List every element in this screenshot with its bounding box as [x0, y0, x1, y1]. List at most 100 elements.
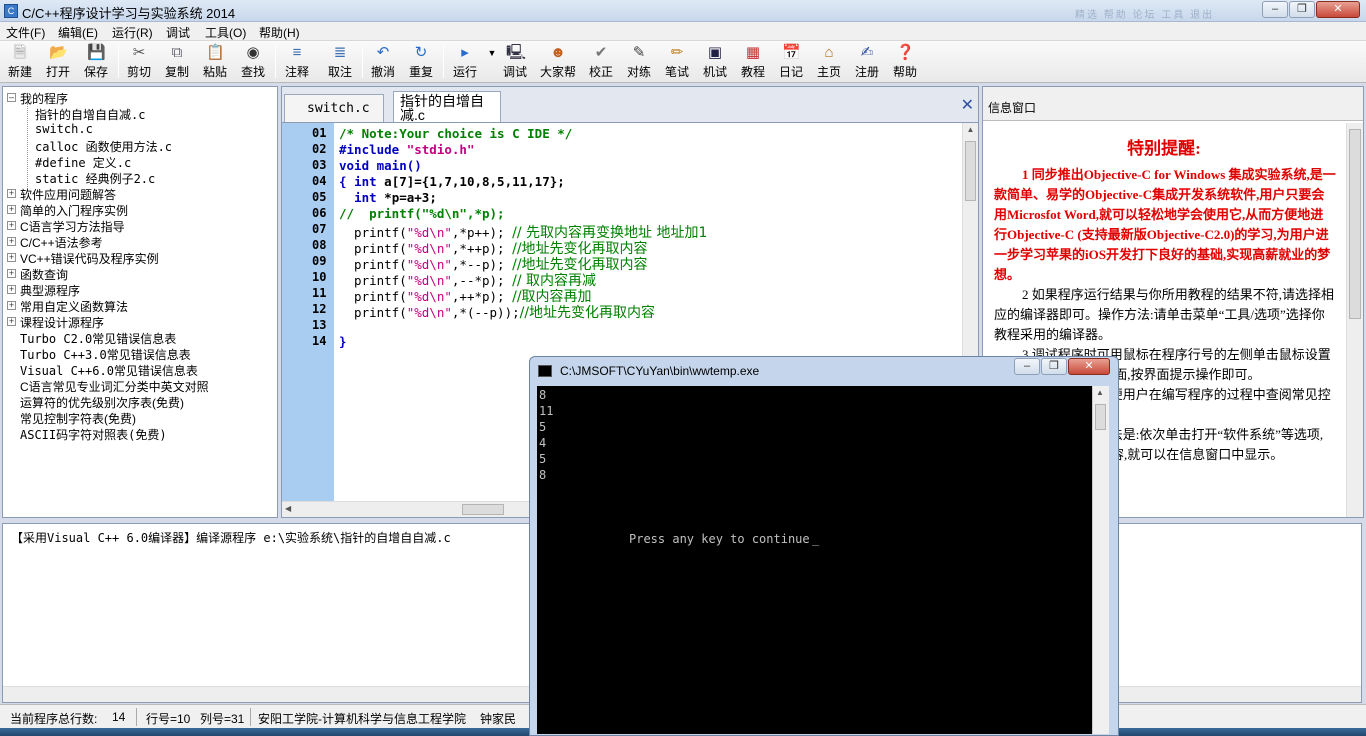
copy-label: 复制: [164, 65, 189, 79]
tree-leaf-item[interactable]: 运算符的优先级别次序表(免费): [20, 394, 184, 411]
menu-help[interactable]: 帮助(H): [259, 24, 300, 41]
console-maximize-button[interactable]: ❐: [1041, 358, 1067, 375]
run-dropdown[interactable]: ▼: [483, 43, 497, 81]
tree-leaf-item[interactable]: 常见控制字符表(免费): [20, 410, 136, 427]
tree-group-item[interactable]: 函数查询: [20, 266, 68, 283]
scroll-thumb[interactable]: [1349, 129, 1361, 319]
expand-icon[interactable]: +: [7, 221, 16, 230]
line-number[interactable]: 06: [312, 206, 332, 220]
tree-leaf-item[interactable]: Visual C++6.0常见错误信息表: [20, 362, 198, 379]
diary-button[interactable]: 📅 日记: [777, 43, 805, 81]
redo-icon: ↻: [414, 44, 428, 61]
tree-file-item[interactable]: 指针的自增自自减.c: [35, 106, 145, 123]
console-close-button[interactable]: ✕: [1068, 358, 1110, 375]
line-number[interactable]: 13: [312, 318, 332, 332]
menu-edit[interactable]: 编辑(E): [58, 24, 98, 41]
tree-leaf-item[interactable]: Turbo C++3.0常见错误信息表: [20, 346, 191, 363]
line-number[interactable]: 07: [312, 222, 332, 236]
tab-switch-c[interactable]: switch.c: [284, 94, 384, 122]
tree-root-my-programs[interactable]: 我的程序: [20, 90, 68, 107]
register-button[interactable]: ✍ 注册: [853, 43, 881, 81]
line-number[interactable]: 10: [312, 270, 332, 284]
undo-button[interactable]: ↶ 撤消: [369, 43, 397, 81]
expand-icon[interactable]: +: [7, 205, 16, 214]
debug-button[interactable]: 🖳 调试: [501, 43, 529, 81]
expand-icon[interactable]: +: [7, 317, 16, 326]
scroll-thumb[interactable]: [965, 141, 976, 201]
console-scrollbar[interactable]: ▲: [1092, 386, 1109, 734]
expand-icon[interactable]: +: [7, 301, 16, 310]
tree-file-item[interactable]: switch.c: [35, 122, 93, 136]
line-number-gutter[interactable]: 01 02 03 04 05 06 07 08 09 10 11 12 13 1…: [282, 123, 334, 502]
tree-group-item[interactable]: 简单的入门程序实例: [20, 202, 128, 219]
console-window[interactable]: C:\JMSOFT\CYuYan\bin\wwtemp.exe – ❐ ✕ 8 …: [529, 356, 1119, 736]
tree-file-item[interactable]: #define 定义.c: [35, 154, 131, 171]
close-button[interactable]: ✕: [1316, 1, 1360, 18]
line-number[interactable]: 03: [312, 158, 332, 172]
line-number[interactable]: 02: [312, 142, 332, 156]
line-number[interactable]: 11: [312, 286, 332, 300]
cut-button[interactable]: ✂ 剪切: [125, 43, 153, 81]
help-button[interactable]: ❓ 帮助: [891, 43, 919, 81]
redo-button[interactable]: ↻ 重复: [407, 43, 435, 81]
comment-button[interactable]: ≡ 注释: [283, 43, 311, 81]
tree-leaf-item[interactable]: Turbo C2.0常见错误信息表: [20, 330, 176, 347]
tree-group-item[interactable]: 典型源程序: [20, 282, 80, 299]
expand-icon[interactable]: +: [7, 253, 16, 262]
tree-file-item[interactable]: static 经典例子2.c: [35, 170, 155, 187]
uncomment-button[interactable]: ≣ 取注: [326, 43, 354, 81]
info-scrollbar[interactable]: [1346, 123, 1363, 517]
line-number[interactable]: 08: [312, 238, 332, 252]
tree-file-item[interactable]: calloc 函数使用方法.c: [35, 138, 172, 155]
scroll-up-icon[interactable]: ▲: [965, 125, 976, 136]
expand-icon[interactable]: +: [7, 237, 16, 246]
menu-tools[interactable]: 工具(O): [205, 24, 246, 41]
maximize-button[interactable]: ❐: [1289, 1, 1315, 18]
line-number[interactable]: 09: [312, 254, 332, 268]
console-minimize-button[interactable]: –: [1014, 358, 1040, 375]
written-test-button[interactable]: ✏ 笔试: [663, 43, 691, 81]
expand-icon[interactable]: +: [7, 285, 16, 294]
machine-test-button[interactable]: ▣ 机试: [701, 43, 729, 81]
scroll-up-icon[interactable]: ▲: [1096, 388, 1104, 397]
organization-text: 安阳工学院-计算机科学与信息工程学院: [258, 712, 466, 726]
menu-debug[interactable]: 调试: [166, 24, 190, 41]
expand-icon[interactable]: +: [7, 269, 16, 278]
practice-button[interactable]: ✎ 对练: [625, 43, 653, 81]
menu-file[interactable]: 文件(F): [6, 24, 45, 41]
scroll-thumb[interactable]: [1095, 404, 1106, 430]
copy-button[interactable]: ⧉ 复制: [163, 43, 191, 81]
close-tab-icon[interactable]: ✕: [961, 95, 974, 115]
tree-group-item[interactable]: C语言学习方法指导: [20, 218, 125, 235]
console-output-area[interactable]: 8 11 5 4 5 8 Press any key to continue _…: [537, 386, 1109, 734]
find-button[interactable]: ◉ 查找: [239, 43, 267, 81]
scroll-thumb[interactable]: [462, 504, 504, 515]
tab-pointer-increment-c[interactable]: 指针的自增自减.c: [393, 91, 501, 122]
run-button[interactable]: ▸ 运行: [451, 43, 479, 81]
tree-group-item[interactable]: 课程设计源程序: [20, 314, 104, 331]
line-number[interactable]: 12: [312, 302, 332, 316]
line-number[interactable]: 04: [312, 174, 332, 188]
expand-icon[interactable]: +: [7, 189, 16, 198]
collapse-icon[interactable]: –: [7, 93, 16, 102]
tutorial-button[interactable]: ▦ 教程: [739, 43, 767, 81]
check-button[interactable]: ✔ 校正: [587, 43, 615, 81]
tree-leaf-item[interactable]: C语言常见专业词汇分类中英文对照: [20, 378, 209, 395]
tree-leaf-item[interactable]: ASCII码字符对照表(免费): [20, 426, 167, 443]
line-number[interactable]: 01: [312, 126, 332, 140]
tree-group-item[interactable]: VC++错误代码及程序实例: [20, 250, 159, 267]
new-button[interactable]: 🗎 新建: [6, 43, 34, 81]
save-button[interactable]: 💾 保存: [82, 43, 110, 81]
menu-run[interactable]: 运行(R): [112, 24, 153, 41]
community-help-button[interactable]: ☻ 大家帮: [539, 43, 577, 81]
tree-group-item[interactable]: 常用自定义函数算法: [20, 298, 128, 315]
minimize-button[interactable]: –: [1262, 1, 1288, 18]
tree-group-item[interactable]: C/C++语法参考: [20, 234, 103, 251]
open-button[interactable]: 📂 打开: [44, 43, 72, 81]
line-number[interactable]: 05: [312, 190, 332, 204]
scroll-left-icon[interactable]: ◀: [285, 504, 291, 513]
paste-button[interactable]: 📋 粘贴: [201, 43, 229, 81]
homepage-button[interactable]: ⌂ 主页: [815, 43, 843, 81]
tree-group-item[interactable]: 软件应用问题解答: [20, 186, 116, 203]
line-number[interactable]: 14: [312, 334, 332, 348]
